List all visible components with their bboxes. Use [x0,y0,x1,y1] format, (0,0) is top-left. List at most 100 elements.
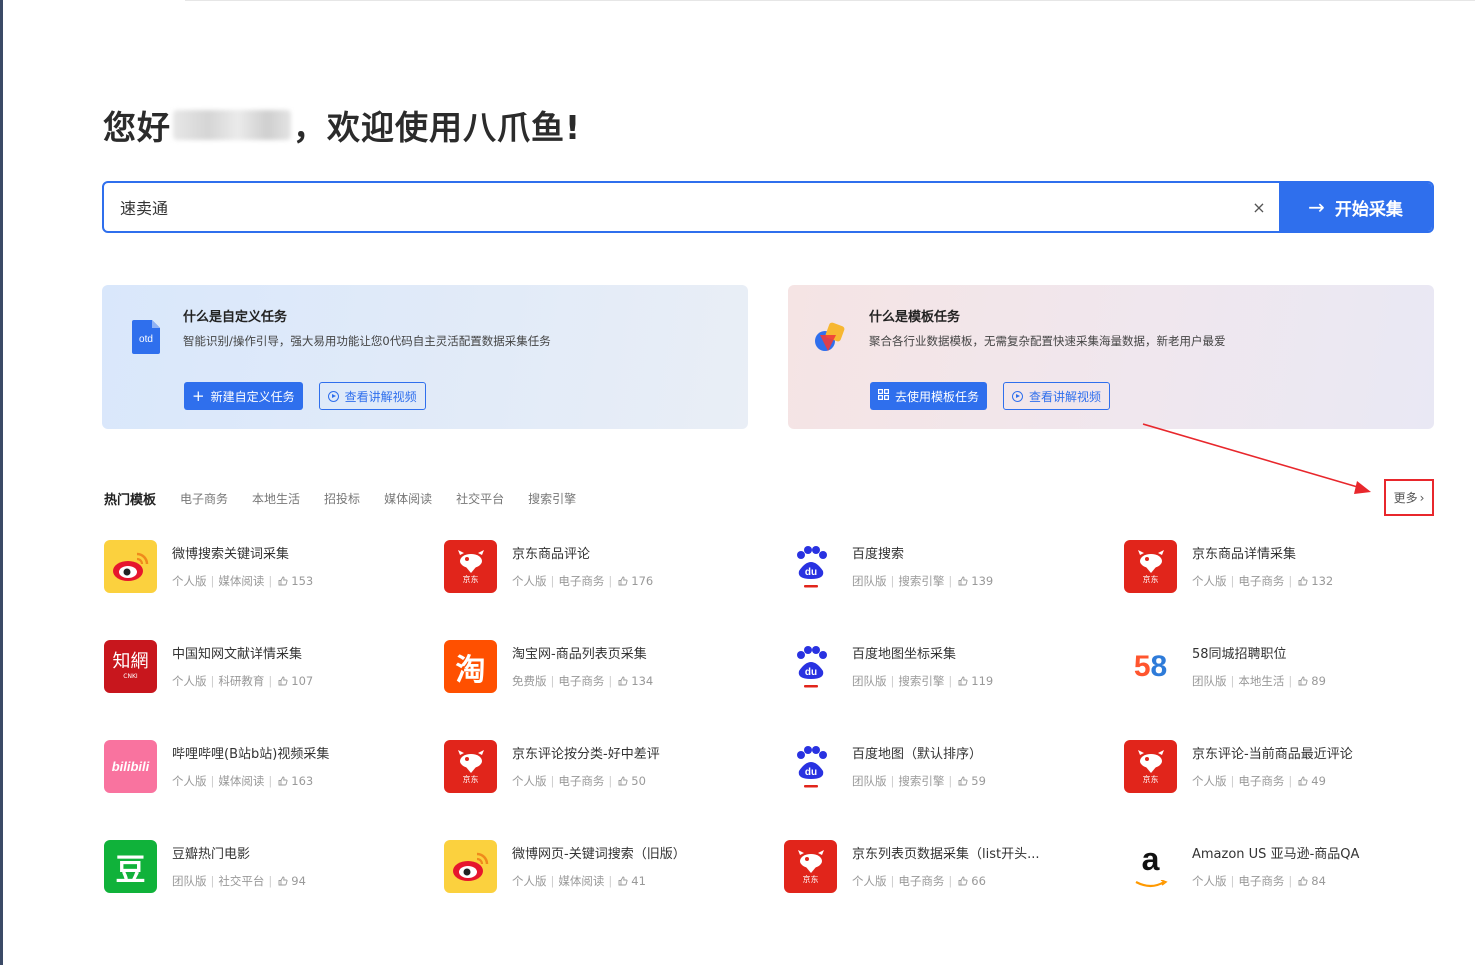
template-item[interactable]: 京东 京东评论按分类-好中差评 个人版 | 电子商务 | 50 [444,740,744,794]
template-edition: 个人版 [172,674,207,688]
thumbs-up-icon [1298,576,1308,586]
jd-logo-icon: 京东 [444,540,497,593]
template-likes: 84 [1311,874,1326,888]
custom-task-desc: 智能识别/操作引导，强大易用功能让您0代码自主灵活配置数据采集任务 [183,334,551,348]
template-item[interactable]: 京东 京东评论-当前商品最近评论 个人版 | 电子商务 | 49 [1124,740,1424,794]
meta-separator: | [948,574,953,588]
template-edition: 个人版 [512,574,547,588]
thumbs-up-icon [278,676,288,686]
meta-separator: | [210,674,215,688]
search-input[interactable] [104,183,1239,231]
template-item[interactable]: du 百度搜索 团队版 | 搜索引擎 | 139 [784,540,1084,594]
template-likes: 134 [631,674,654,688]
use-template-button[interactable]: 去使用模板任务 [870,382,988,410]
template-item[interactable]: bilibili 哔哩哔哩(B站b站)视频采集 个人版 | 媒体阅读 | 163 [104,740,404,794]
template-likes: 139 [971,574,994,588]
baidu-logo-icon: du [784,740,837,793]
meta-separator: | [890,774,895,788]
meta-separator: | [1230,874,1235,888]
meta-separator: | [608,874,613,888]
template-item[interactable]: 58 58同城招聘职位 团队版 | 本地生活 | 89 [1124,640,1424,694]
template-item[interactable]: du 百度地图（默认排序） 团队版 | 搜索引擎 | 59 [784,740,1084,794]
jd-logo-text: 京东 [802,875,819,884]
template-name: 豆瓣热门电影 [172,847,251,862]
thumbs-up-icon [1298,876,1308,886]
meta-separator: | [550,874,555,888]
template-edition: 团队版 [852,774,887,788]
meta-separator: | [550,774,555,788]
thumbs-up-icon [958,576,968,586]
template-name: 58同城招聘职位 [1192,647,1287,662]
close-icon: × [1252,197,1266,217]
greeting-prefix: 您好 [103,108,171,147]
clear-search-button[interactable]: × [1239,183,1279,231]
svg-text:du: du [804,667,816,678]
custom-video-button[interactable]: 查看讲解视频 [318,382,426,410]
thumbs-up-icon [958,776,968,786]
template-item[interactable]: 豆豆瓣热门电影 团队版 | 社交平台 | 94 [104,840,404,894]
arrow-right-icon: → [1308,195,1325,219]
start-collect-button[interactable]: → 开始采集 [1279,183,1432,231]
template-name: 京东列表页数据采集（list开头... [852,847,1040,862]
document-icon: otd [132,320,160,354]
template-likes: 94 [291,874,306,888]
custom-video-label: 查看讲解视频 [344,389,417,404]
58-logo-icon: 58 [1124,640,1177,693]
jd-logo-icon: 京东 [444,740,497,793]
start-collect-label: 开始采集 [1334,199,1403,220]
template-name: 微博网页-关键词搜索（旧版） [512,847,686,862]
bili-logo-icon: bilibili [104,740,157,793]
tab-hot-templates[interactable]: 热门模板 [104,489,156,508]
tab-search-engine[interactable]: 搜索引擎 [528,490,576,507]
meta-separator: | [890,574,895,588]
new-custom-task-button[interactable]: + 新建自定义任务 [184,382,303,410]
template-category: 电子商务 [558,774,605,788]
shapes-icon [814,321,850,355]
template-category: 社交平台 [218,874,265,888]
tab-bidding[interactable]: 招投标 [324,490,360,507]
template-category: 电子商务 [1238,574,1285,588]
meta-separator: | [890,874,895,888]
jd-logo-text: 京东 [462,775,479,784]
template-edition: 个人版 [172,574,207,588]
meta-separator: | [210,874,215,888]
custom-task-card: otd 什么是自定义任务 智能识别/操作引导，强大易用功能让您0代码自主灵活配置… [102,285,748,429]
custom-task-title: 什么是自定义任务 [183,310,288,325]
template-meta: 团队版 | 搜索引擎 | 139 [852,573,993,589]
template-edition: 团队版 [1192,674,1227,688]
use-template-label: 去使用模板任务 [895,389,980,404]
new-custom-task-label: 新建自定义任务 [210,389,295,404]
template-edition: 个人版 [852,874,887,888]
template-likes: 107 [291,674,314,688]
template-name: 百度地图（默认排序） [852,747,983,762]
tab-local-life[interactable]: 本地生活 [252,490,300,507]
jd-logo-text: 京东 [1142,775,1159,784]
template-item[interactable]: a Amazon US 亚马逊-商品QA 个人版 | 电子商务 | 84 [1124,840,1424,894]
template-item[interactable]: 京东 京东商品详情采集 个人版 | 电子商务 | 132 [1124,540,1424,594]
template-name: 京东评论按分类-好中差评 [512,747,660,762]
tab-ecommerce[interactable]: 电子商务 [180,490,228,507]
more-templates-link[interactable]: 更多 › [1384,479,1434,516]
template-item[interactable]: 淘淘宝网-商品列表页采集 免费版 | 电子商务 | 134 [444,640,744,694]
meta-separator: | [210,574,215,588]
template-likes: 176 [631,574,654,588]
template-item[interactable]: 京东 京东列表页数据采集（list开头... 个人版 | 电子商务 | 66 [784,840,1084,894]
template-video-button[interactable]: 查看讲解视频 [1003,382,1111,410]
tab-media-reading[interactable]: 媒体阅读 [384,490,432,507]
template-item[interactable]: 京东 京东商品评论 个人版 | 电子商务 | 176 [444,540,744,594]
template-item[interactable]: 微博网页-关键词搜索（旧版） 个人版 | 媒体阅读 | 41 [444,840,744,894]
zhiwang-logo-icon: 知網 CNKI [104,640,157,693]
template-likes: 59 [971,774,986,788]
jd-logo-icon: 京东 [1124,740,1177,793]
template-name: 京东商品详情采集 [1192,547,1297,562]
template-name: 百度地图坐标采集 [852,647,957,662]
template-edition: 团队版 [852,674,887,688]
template-item[interactable]: 知網 CNKI 中国知网文献详情采集 个人版 | 科研教育 | 107 [104,640,404,694]
template-item[interactable]: du 百度地图坐标采集 团队版 | 搜索引擎 | 119 [784,640,1084,694]
tab-social-platform[interactable]: 社交平台 [456,490,504,507]
thumbs-up-icon [278,876,288,886]
template-item[interactable]: 微博搜索关键词采集 个人版 | 媒体阅读 | 153 [104,540,404,594]
meta-separator: | [550,674,555,688]
meta-separator: | [268,874,273,888]
template-meta: 团队版 | 社交平台 | 94 [172,873,306,889]
